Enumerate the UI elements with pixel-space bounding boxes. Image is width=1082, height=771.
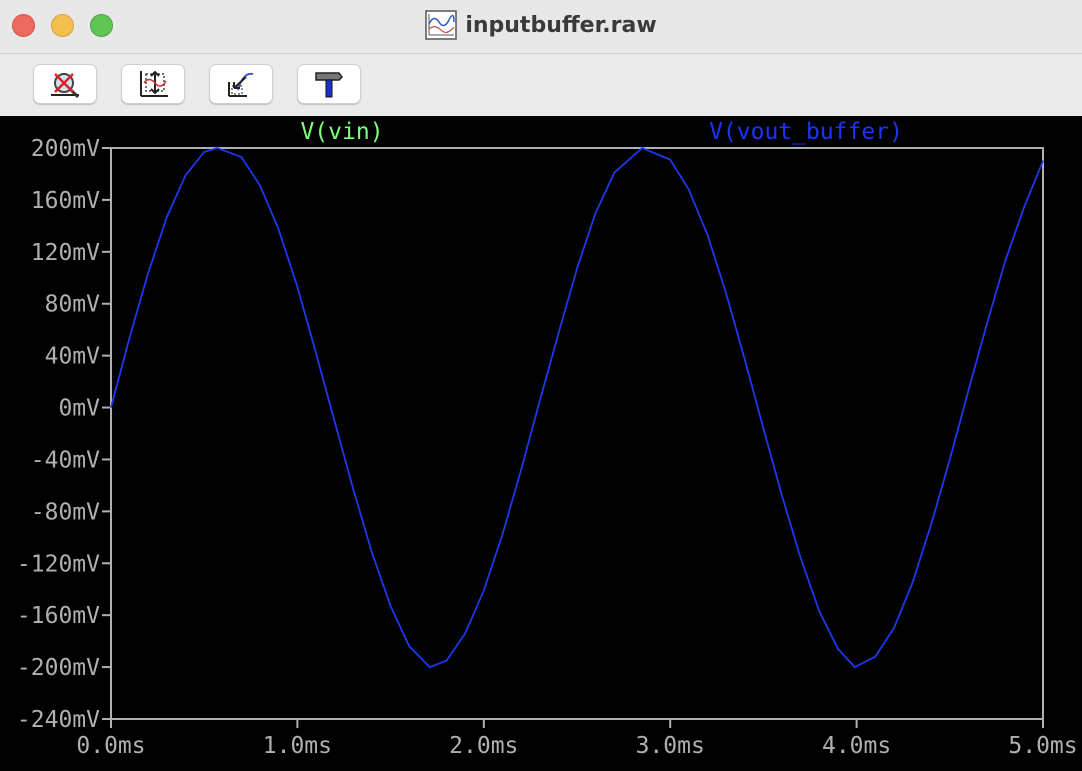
data-point	[818, 610, 820, 612]
y-tick-label: 120mV	[31, 240, 100, 266]
x-tick-label: 5.0ms	[1008, 733, 1077, 759]
x-tick-label: 4.0ms	[822, 733, 891, 759]
y-tick-label: 40mV	[45, 344, 101, 370]
data-point	[483, 589, 485, 592]
data-point	[352, 488, 354, 490]
data-point	[781, 495, 783, 497]
legend-entry[interactable]: V(vout_buffer)	[709, 119, 903, 145]
data-point	[762, 427, 765, 429]
data-point	[166, 216, 168, 218]
series-line[interactable]	[110, 147, 1044, 668]
data-point	[595, 212, 597, 214]
zoom-extents-button[interactable]	[121, 64, 185, 104]
autorange-cancel-icon	[51, 73, 80, 99]
series-0	[110, 147, 1044, 668]
data-point	[296, 286, 298, 288]
waveform-viewer-icon	[425, 10, 458, 40]
data-point	[576, 268, 578, 270]
y-tick-label: 0mV	[58, 396, 100, 422]
waveform-chart[interactable]: 200mV 160mV 120mV 80mV 40mV 0mV -40mV -80mV -120…	[0, 116, 1082, 766]
data-point	[725, 292, 727, 294]
legend-entry[interactable]: V(vin)	[300, 119, 383, 145]
data-point	[669, 159, 671, 161]
data-point	[706, 234, 709, 236]
data-point	[539, 400, 541, 402]
zoom-back-button[interactable]	[209, 64, 273, 104]
y-tick-label: -160mV	[17, 603, 100, 629]
data-point	[930, 523, 932, 525]
x-tick-label: 2.0ms	[449, 733, 518, 759]
data-point	[986, 322, 988, 324]
x-tick-label: 3.0ms	[636, 733, 705, 759]
data-point	[371, 552, 373, 554]
series-line[interactable]	[110, 147, 1044, 668]
y-tick-label: -200mV	[17, 655, 100, 681]
data-point	[520, 469, 522, 471]
data-point	[259, 185, 261, 187]
data-point	[1042, 160, 1044, 162]
data-point	[240, 156, 243, 158]
zoom-back-icon	[228, 72, 254, 97]
data-point	[278, 229, 280, 231]
data-point	[557, 333, 560, 335]
data-point	[429, 666, 431, 668]
data-point	[408, 645, 410, 647]
y-tick-label: 160mV	[31, 188, 100, 214]
y-tick-label: -120mV	[17, 551, 100, 577]
data-point	[216, 147, 218, 149]
data-point	[911, 582, 914, 584]
data-point	[315, 352, 317, 354]
data-point	[110, 406, 112, 409]
toolbar	[0, 54, 1082, 116]
y-tick-label: 80mV	[45, 292, 101, 318]
data-point	[837, 648, 839, 650]
data-point	[641, 147, 643, 149]
data-point	[464, 632, 466, 635]
title-bar: inputbuffer.raw	[0, 0, 1082, 54]
data-point	[1005, 259, 1007, 261]
data-point	[893, 627, 895, 629]
data-point	[390, 605, 392, 607]
zoom-extents-icon	[140, 70, 168, 97]
hammer-button[interactable]	[297, 64, 361, 104]
x-tick-label: 0.0ms	[76, 733, 145, 759]
data-point	[967, 390, 970, 392]
data-point	[334, 421, 336, 423]
data-point	[129, 336, 131, 339]
data-point	[203, 151, 205, 153]
data-point	[688, 188, 690, 191]
autorange-cancel-button[interactable]	[33, 64, 97, 104]
data-point	[800, 557, 802, 559]
data-point	[1023, 205, 1025, 207]
window-title-text: inputbuffer.raw	[465, 12, 657, 38]
data-point	[613, 172, 615, 174]
data-point	[147, 272, 149, 274]
data-point	[744, 358, 746, 361]
plot-area[interactable]: 200mV 160mV 120mV 80mV 40mV 0mV -40mV -80mV -120…	[0, 116, 1082, 766]
y-tick-label: -40mV	[31, 447, 100, 473]
y-tick-label: 200mV	[31, 136, 100, 162]
plot-frame	[110, 147, 1044, 720]
data-point	[854, 666, 856, 668]
y-tick-label: -240mV	[17, 707, 100, 733]
y-tick-label: -80mV	[31, 499, 100, 525]
hammer-icon	[315, 72, 343, 98]
data-point	[874, 656, 876, 658]
data-point	[501, 534, 503, 536]
data-point	[445, 660, 448, 662]
data-point	[949, 458, 951, 461]
x-tick-label: 1.0ms	[263, 733, 332, 759]
data-point	[185, 174, 187, 176]
series-1	[110, 147, 1044, 668]
window-title: inputbuffer.raw	[0, 10, 1082, 40]
